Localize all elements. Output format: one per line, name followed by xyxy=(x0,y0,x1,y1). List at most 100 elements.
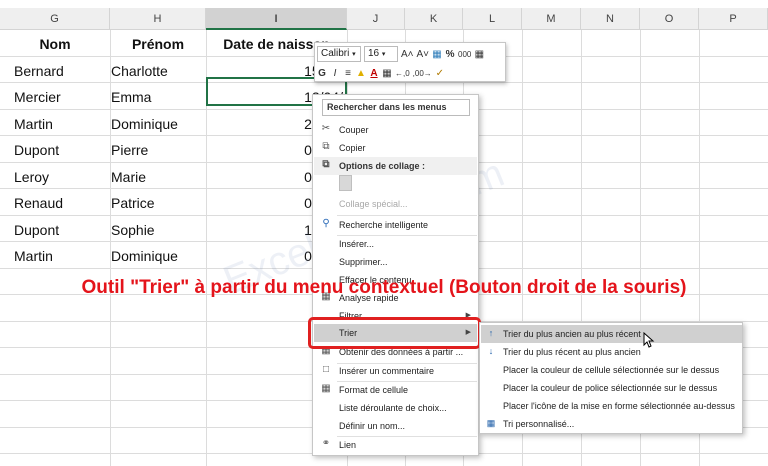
menu-item-label: Collage spécial... xyxy=(339,199,408,209)
menu-item-label: Recherche intelligente xyxy=(339,220,429,230)
sort-submenu: ↑ Trier du plus ancien au plus récent ↓ Tr… xyxy=(479,322,743,434)
menu-item-define-name[interactable]: Définir un nom... xyxy=(314,417,477,435)
menu-item-smart-lookup[interactable]: ⚲ Recherche intelligente xyxy=(314,216,477,234)
column-header-m[interactable]: M xyxy=(522,8,581,30)
percent-button[interactable]: % xyxy=(445,49,455,60)
menu-item-cut[interactable]: ✂ Couper xyxy=(314,121,477,139)
decrease-decimal-button[interactable]: ,00→ xyxy=(413,69,432,78)
submenu-item-font-color-top[interactable]: Placer la couleur de police sélectionnée… xyxy=(481,379,742,397)
number-format-icon[interactable]: ▦ xyxy=(432,49,442,60)
column-header-g[interactable]: G xyxy=(0,8,110,30)
cell-prenom[interactable]: Dominique xyxy=(111,111,206,137)
menu-item-label: Lien xyxy=(339,440,357,450)
menu-item-label: Couper xyxy=(339,125,369,135)
submenu-item-cell-color-top[interactable]: Placer la couleur de cellule sélectionné… xyxy=(481,361,742,379)
submenu-item-label: Placer la couleur de police sélectionnée… xyxy=(503,383,718,393)
fill-color-icon[interactable]: ▲ xyxy=(356,68,366,79)
bold-button[interactable]: G xyxy=(317,68,327,79)
column-header-o[interactable]: O xyxy=(640,8,699,30)
annotation-caption: Outil "Trier" à partir du menu contextue… xyxy=(81,277,687,298)
menu-section-label: Options de collage : xyxy=(339,161,426,171)
submenu-item-label: Trier du plus ancien au plus récent xyxy=(503,329,641,339)
align-icon[interactable]: ≡ xyxy=(343,68,353,79)
submenu-item-sort-newest-oldest[interactable]: ↓ Trier du plus récent au plus ancien xyxy=(481,343,742,361)
cell-nom[interactable]: Martin xyxy=(14,111,110,137)
column-header-p[interactable]: P xyxy=(699,8,768,30)
sort-highlight-frame xyxy=(308,317,481,349)
submenu-item-custom-sort[interactable]: ▦ Tri personnalisé... xyxy=(481,415,742,433)
format-table-icon[interactable]: ▦ xyxy=(474,49,484,60)
cell-prenom[interactable]: Emma xyxy=(111,84,206,110)
menu-search-input[interactable]: Rechercher dans les menus xyxy=(322,99,470,116)
comment-icon: □ xyxy=(322,364,330,375)
column-header-h[interactable]: H xyxy=(110,8,206,30)
shrink-font-button[interactable]: A˅ xyxy=(417,49,430,60)
menu-item-label: Copier xyxy=(339,143,366,153)
column-header-n[interactable]: N xyxy=(581,8,640,30)
header-prenom[interactable]: Prénom xyxy=(110,31,206,57)
submenu-item-label: Placer l'icône de la mise en forme sélec… xyxy=(503,401,735,411)
cell-nom[interactable]: Renaud xyxy=(14,190,110,216)
menu-item-label: Liste déroulante de choix... xyxy=(339,403,447,413)
mouse-pointer-icon xyxy=(643,332,655,348)
menu-item-label: Supprimer... xyxy=(339,257,388,267)
cell-nom[interactable]: Leroy xyxy=(14,164,110,190)
cell-prenom[interactable]: Dominique xyxy=(111,243,206,269)
font-size-select[interactable]: 16 ▾ xyxy=(364,46,398,62)
font-name-value: Calibri xyxy=(321,48,350,59)
cell-prenom[interactable]: Charlotte xyxy=(111,58,206,84)
menu-item-paste-special: Collage spécial... xyxy=(314,195,477,213)
cell-nom[interactable]: Bernard xyxy=(14,58,110,84)
submenu-item-label: Placer la couleur de cellule sélectionné… xyxy=(503,365,720,375)
menu-item-label: Format de cellule xyxy=(339,385,409,395)
paste-clipboard-icon[interactable] xyxy=(339,175,352,191)
menu-item-dropdown-list[interactable]: Liste déroulante de choix... xyxy=(314,399,477,417)
submenu-item-icon-top[interactable]: Placer l'icône de la mise en forme sélec… xyxy=(481,397,742,415)
submenu-item-sort-oldest-newest[interactable]: ↑ Trier du plus ancien au plus récent xyxy=(481,325,742,343)
link-icon: ⚭ xyxy=(321,438,331,449)
cell-nom[interactable]: Martin xyxy=(14,243,110,269)
search-icon: ⚲ xyxy=(322,218,330,229)
format-painter-icon[interactable]: ✓ xyxy=(435,68,445,79)
increase-decimal-button[interactable]: ←,0 xyxy=(395,69,410,78)
copy-icon: ⧉ xyxy=(322,141,330,152)
scissors-icon: ✂ xyxy=(321,123,331,134)
cell-prenom[interactable]: Marie xyxy=(111,164,206,190)
column-header-k[interactable]: K xyxy=(405,8,463,30)
cell-nom[interactable]: Dupont xyxy=(14,217,110,243)
submenu-item-label: Trier du plus récent au plus ancien xyxy=(503,347,641,357)
header-nom[interactable]: Nom xyxy=(0,31,110,57)
menu-item-link[interactable]: ⚭ Lien xyxy=(314,436,477,454)
context-menu: Rechercher dans les menus ✂ Couper ⧉ Copie… xyxy=(312,94,479,456)
menu-item-copy[interactable]: ⧉ Copier xyxy=(314,139,477,157)
menu-item-delete[interactable]: Supprimer... xyxy=(314,253,477,271)
column-header-j[interactable]: J xyxy=(347,8,405,30)
custom-sort-icon: ▦ xyxy=(486,418,496,428)
mini-toolbar: Calibri ▾ 16 ▾ A˄ A˅ ▦ % 000 ▦ G I ≡ ▲ A… xyxy=(314,42,506,82)
paste-icon: ⧉ xyxy=(322,159,330,170)
menu-item-insert-comment[interactable]: □ Insérer un commentaire xyxy=(314,362,477,380)
cell-nom[interactable]: Mercier xyxy=(14,84,110,110)
column-header-l[interactable]: L xyxy=(463,8,522,30)
menu-item-format-cells[interactable]: ▦ Format de cellule xyxy=(314,381,477,399)
font-name-select[interactable]: Calibri ▾ xyxy=(317,46,361,62)
font-color-button[interactable]: A xyxy=(369,68,379,79)
column-header-bar: G H I J K L M N O P xyxy=(0,8,768,30)
cell-prenom[interactable]: Pierre xyxy=(111,137,206,163)
chevron-down-icon: ▾ xyxy=(352,51,356,58)
grow-font-button[interactable]: A˄ xyxy=(401,49,414,60)
font-size-value: 16 xyxy=(368,48,380,59)
menu-item-insert[interactable]: Insérer... xyxy=(314,235,477,253)
chevron-down-icon: ▾ xyxy=(381,51,386,58)
cell-nom[interactable]: Dupont xyxy=(14,137,110,163)
cell-prenom[interactable]: Sophie xyxy=(111,217,206,243)
menu-item-label: Définir un nom... xyxy=(339,421,406,431)
menu-item-label: Insérer un commentaire xyxy=(339,366,435,376)
cell-prenom[interactable]: Patrice xyxy=(111,190,206,216)
format-cells-icon: ▦ xyxy=(321,383,331,394)
column-header-i[interactable]: I xyxy=(206,8,347,30)
borders-icon[interactable]: ▦ xyxy=(382,68,392,79)
italic-button[interactable]: I xyxy=(330,68,340,79)
sort-ascending-icon: ↑ xyxy=(488,328,494,338)
thousands-button[interactable]: 000 xyxy=(458,50,471,59)
